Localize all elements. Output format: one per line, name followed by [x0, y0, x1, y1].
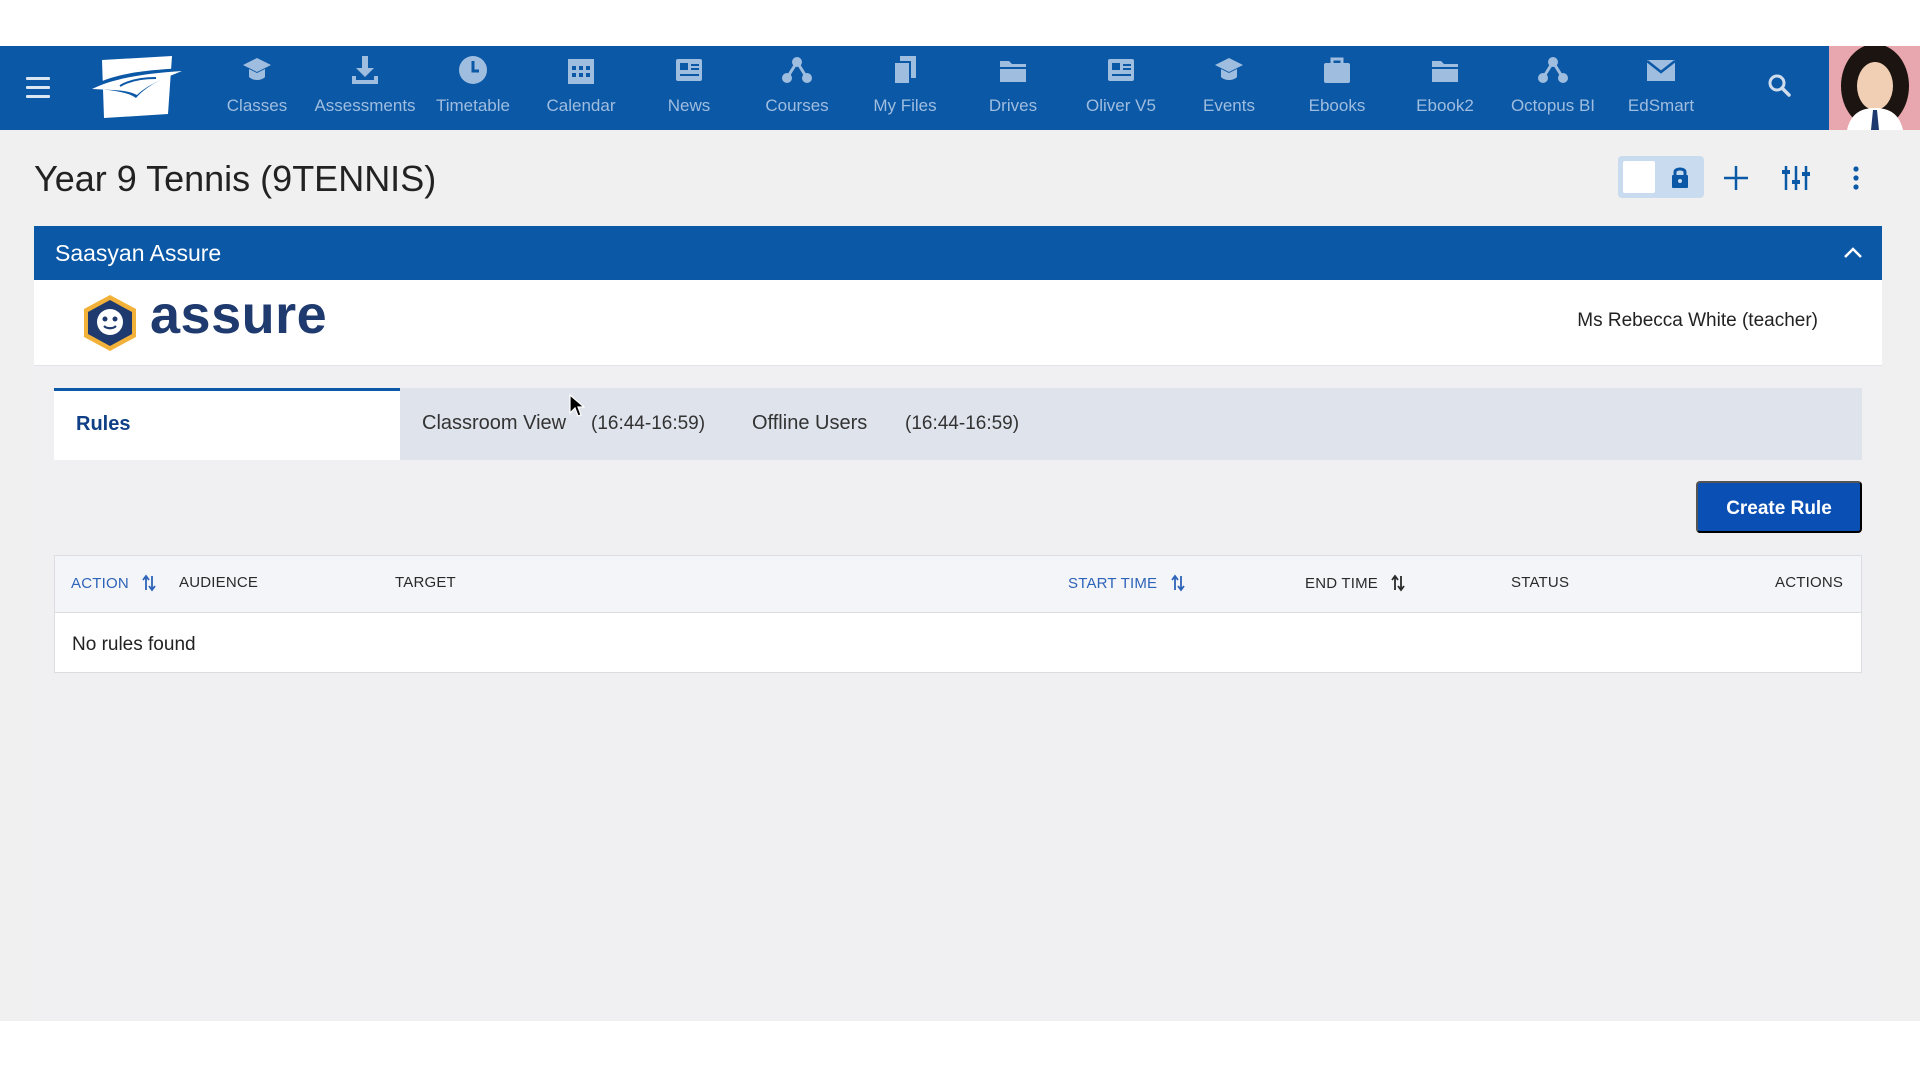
- nav-item-calendar[interactable]: Calendar: [527, 46, 635, 130]
- nav-item-label: Octopus BI: [1510, 96, 1596, 115]
- page-title: Year 9 Tennis (9TENNIS): [34, 158, 437, 199]
- calendar-icon: [568, 59, 594, 84]
- tab-bar: Rules Classroom View (16:44-16:59) Offli…: [54, 388, 1862, 460]
- graduation-cap-icon: [1215, 58, 1243, 80]
- nav-item-news[interactable]: News: [635, 46, 743, 130]
- column-header-label: ACTION: [71, 575, 129, 592]
- empty-table-message: No rules found: [72, 634, 196, 655]
- nav-item-timetable[interactable]: Timetable: [419, 46, 527, 130]
- lock-toggle[interactable]: [1618, 156, 1704, 198]
- network-icon: [782, 57, 812, 83]
- tab-offline-users[interactable]: Offline Users (16:44-16:59): [730, 388, 1060, 460]
- add-icon[interactable]: [1716, 158, 1756, 198]
- top-band: [0, 0, 1920, 46]
- sort-icon: [142, 574, 156, 592]
- nav-item-label: Calendar: [546, 96, 616, 115]
- nav-item-label: Drives: [988, 96, 1038, 115]
- nav-item-label: Oliver V5: [1086, 96, 1156, 115]
- tab-classroom-view[interactable]: Classroom View (16:44-16:59): [400, 388, 730, 460]
- column-header-label: END TIME: [1305, 575, 1378, 592]
- download-icon: [352, 56, 378, 84]
- nav-item-ebook2[interactable]: Ebook2: [1391, 46, 1499, 130]
- nav-item-label: Classes: [226, 96, 288, 115]
- nav-item-oliver-v5[interactable]: Oliver V5: [1067, 46, 1175, 130]
- nav-item-drives[interactable]: Drives: [959, 46, 1067, 130]
- nav-item-label: Timetable: [435, 96, 510, 115]
- newspaper-icon: [676, 59, 702, 81]
- clock-icon: [459, 56, 487, 84]
- briefcase-icon: [1324, 57, 1350, 83]
- nav-item-label: My Files: [873, 96, 937, 115]
- tab-label: Offline Users: [752, 412, 868, 434]
- panel-title: Saasyan Assure: [55, 240, 222, 266]
- tab-label: Classroom View: [422, 412, 567, 434]
- nav-item-assessments[interactable]: Assessments: [311, 46, 419, 130]
- newspaper-icon: [1108, 59, 1134, 81]
- nav-item-classes[interactable]: Classes: [203, 46, 311, 130]
- brand-row: assure Ms Rebecca White (teacher): [34, 280, 1882, 366]
- panel-header: Saasyan Assure: [34, 226, 1882, 280]
- nav-item-my-files[interactable]: My Files: [851, 46, 959, 130]
- nav-item-edsmart[interactable]: EdSmart: [1607, 46, 1715, 130]
- nav-item-label: Ebook2: [1416, 96, 1474, 115]
- current-user-label: Ms Rebecca White (teacher): [1577, 310, 1818, 331]
- nav-item-label: EdSmart: [1627, 96, 1695, 115]
- folder-icon: [1432, 61, 1458, 82]
- sliders-icon[interactable]: [1776, 158, 1816, 198]
- toggle-knob: [1623, 161, 1655, 193]
- nav-item-events[interactable]: Events: [1175, 46, 1283, 130]
- column-header-target: TARGET: [395, 574, 456, 591]
- envelope-icon: [1646, 60, 1676, 81]
- more-options-icon[interactable]: [1836, 158, 1876, 198]
- nav-item-label: Events: [1203, 96, 1255, 115]
- assure-shield-logo: [84, 295, 136, 351]
- sort-icon: [1170, 574, 1185, 592]
- school-logo[interactable]: [84, 50, 190, 126]
- nav-item-courses[interactable]: Courses: [743, 46, 851, 130]
- column-header-end-time[interactable]: END TIME: [1305, 574, 1406, 592]
- column-header-actions: ACTIONS: [1775, 574, 1844, 591]
- column-header-audience: AUDIENCE: [179, 574, 259, 591]
- chevron-up-icon[interactable]: [1838, 238, 1868, 268]
- user-avatar[interactable]: [1829, 46, 1920, 130]
- column-header-action[interactable]: ACTION: [71, 574, 157, 592]
- files-icon: [893, 56, 916, 85]
- tab-time-range: (16:44-16:59): [591, 413, 706, 434]
- table-header: ACTION AUDIENCE TARGET START TIME END TI…: [55, 556, 1861, 613]
- top-navbar: Classes Assessments Timetable Calendar N…: [0, 46, 1920, 130]
- nav-item-octopus-bi[interactable]: Octopus BI: [1499, 46, 1607, 130]
- hamburger-menu-icon[interactable]: [24, 68, 54, 108]
- column-header-start-time[interactable]: START TIME: [1068, 574, 1186, 592]
- tab-time-range: (16:44-16:59): [905, 413, 1020, 434]
- lock-icon: [1672, 167, 1688, 188]
- column-header-status: STATUS: [1511, 574, 1570, 591]
- network-icon: [1538, 57, 1568, 83]
- rules-table: ACTION AUDIENCE TARGET START TIME END TI…: [54, 555, 1862, 673]
- avatar-portrait: [1829, 46, 1920, 130]
- saasyan-assure-panel: Saasyan Assure assure Ms Rebecca White (…: [34, 226, 1882, 1021]
- folder-icon: [1000, 61, 1026, 82]
- nav-item-label: News: [667, 96, 711, 115]
- create-rule-button[interactable]: Create Rule: [1696, 481, 1862, 533]
- column-header-label: START TIME: [1068, 575, 1158, 592]
- nav-item-label: Ebooks: [1308, 96, 1366, 115]
- nav-item-ebooks[interactable]: Ebooks: [1283, 46, 1391, 130]
- tab-rules[interactable]: Rules: [54, 388, 400, 460]
- brand-wordmark: assure: [150, 285, 328, 345]
- tab-label: Rules: [76, 413, 131, 435]
- mouse-cursor-icon: [569, 394, 585, 417]
- graduation-cap-icon: [243, 58, 271, 80]
- page-content: Year 9 Tennis (9TENNIS) Saasyan Assure a…: [0, 130, 1920, 1021]
- search-icon[interactable]: [1762, 68, 1798, 104]
- nav-item-label: Assessments: [314, 96, 416, 115]
- nav-item-label: Courses: [765, 96, 829, 115]
- sort-icon: [1391, 574, 1406, 592]
